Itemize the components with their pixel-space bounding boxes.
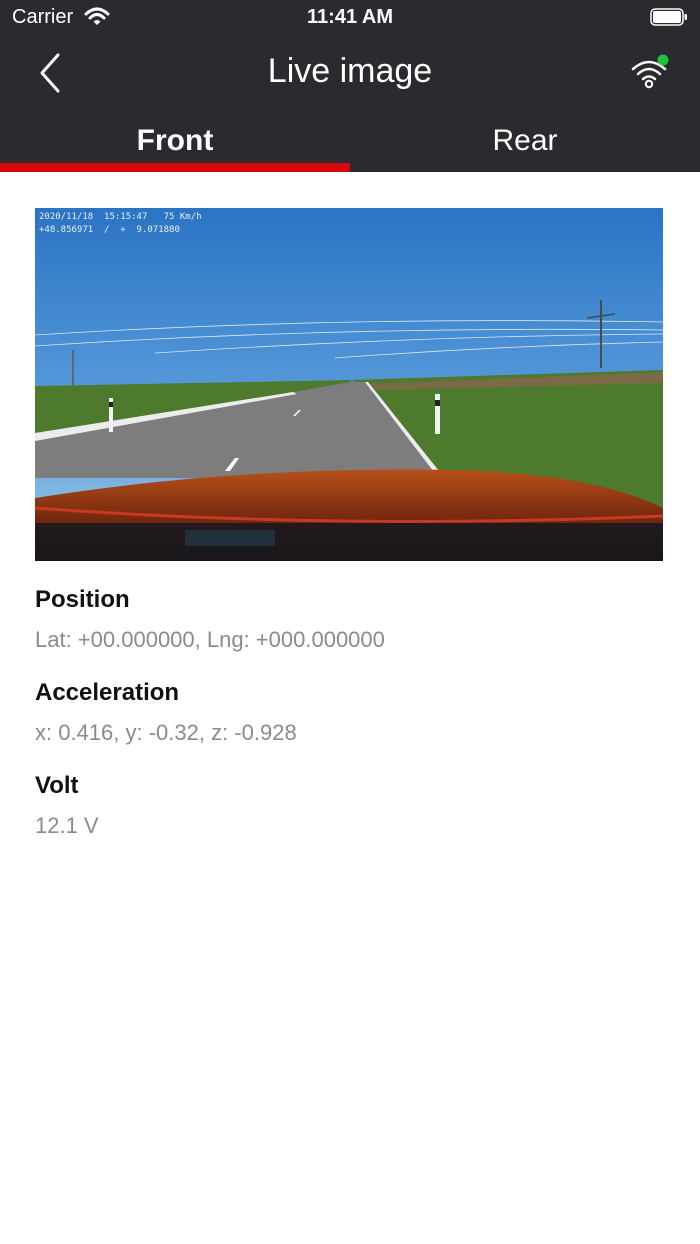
status-bar: Carrier 11:41 AM bbox=[0, 0, 700, 36]
acceleration-value: x: 0.416, y: -0.32, z: -0.928 bbox=[35, 720, 297, 745]
acceleration-section: Acceleration x: 0.416, y: -0.32, z: -0.9… bbox=[35, 679, 297, 746]
live-camera-image: 2020/11/18 15:15:47 75 Km/h +48.856971 /… bbox=[35, 208, 663, 561]
volt-label: Volt bbox=[35, 772, 79, 799]
camera-tabs: Front Rear bbox=[0, 112, 700, 172]
nav-bar: Live image bbox=[0, 36, 700, 112]
acceleration-label: Acceleration bbox=[35, 679, 180, 706]
tab-rear[interactable]: Rear bbox=[350, 112, 700, 172]
battery-icon bbox=[650, 8, 687, 26]
tab-front-label: Front bbox=[136, 124, 214, 157]
overlay-coordinates: +48.856971 / + 9.071880 bbox=[39, 225, 180, 235]
road-scene-image bbox=[35, 208, 663, 561]
volt-section: Volt 12.1 V bbox=[35, 772, 99, 839]
wifi-connection-icon[interactable] bbox=[630, 54, 670, 90]
camera-overlay-text: 2020/11/18 15:15:47 75 Km/h +48.856971 /… bbox=[39, 211, 202, 237]
position-section: Position Lat: +00.000000, Lng: +000.0000… bbox=[35, 586, 385, 653]
position-value: Lat: +00.000000, Lng: +000.000000 bbox=[35, 627, 385, 652]
tab-selected-indicator bbox=[0, 163, 350, 172]
header: Carrier 11:41 AM Live image Front Rear bbox=[0, 0, 700, 172]
volt-value: 12.1 V bbox=[35, 813, 99, 838]
tab-rear-label: Rear bbox=[492, 124, 558, 157]
overlay-timestamp: 2020/11/18 15:15:47 75 Km/h bbox=[39, 212, 202, 222]
page-title: Live image bbox=[267, 52, 433, 90]
position-label: Position bbox=[35, 586, 130, 613]
status-time: 11:41 AM bbox=[307, 6, 393, 28]
tab-front[interactable]: Front bbox=[0, 112, 350, 172]
